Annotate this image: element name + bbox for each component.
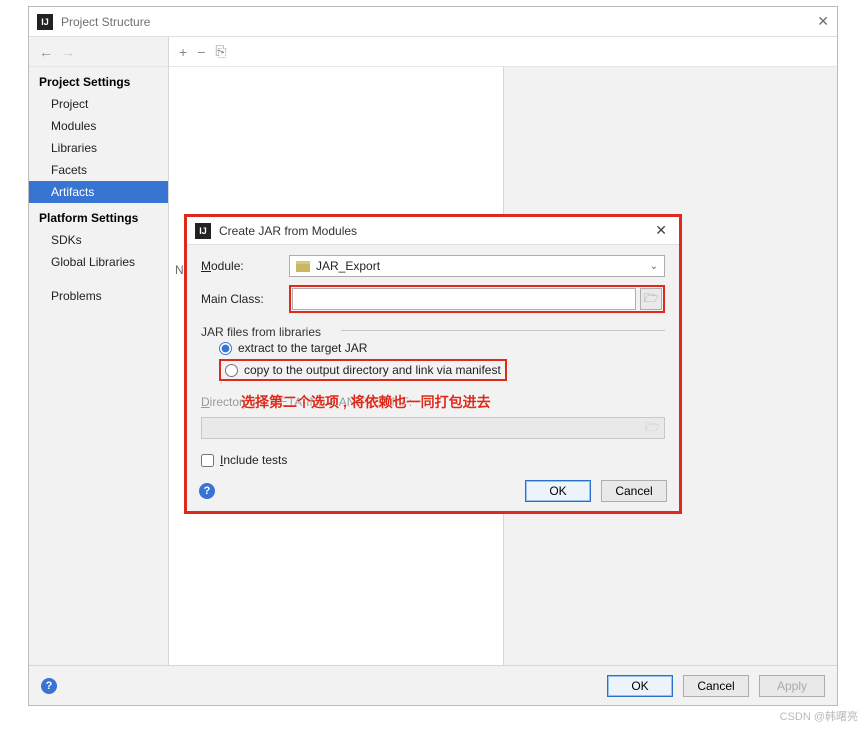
footer-bar: ? OK Cancel Apply: [29, 665, 837, 705]
dialog-app-icon: IJ: [195, 223, 211, 239]
mainclass-highlight: 🗁: [289, 285, 665, 313]
close-icon[interactable]: ✕: [817, 13, 829, 30]
mainclass-row: Main Class: 🗁: [201, 285, 665, 313]
include-tests-checkbox[interactable]: [201, 454, 214, 467]
help-icon[interactable]: ?: [41, 678, 57, 694]
divider: [341, 330, 665, 331]
radio-copy-highlight: copy to the output directory and link vi…: [219, 359, 507, 381]
fieldset-label: JAR files from libraries: [201, 325, 665, 339]
sidebar-item-facets[interactable]: Facets: [29, 159, 168, 181]
folder-icon: [296, 261, 310, 272]
remove-icon[interactable]: −: [197, 44, 205, 60]
copy-icon[interactable]: ⎘: [215, 43, 226, 60]
titlebar: IJ Project Structure ✕: [29, 7, 837, 37]
include-tests-row[interactable]: Include tests: [201, 453, 665, 467]
mainclass-input[interactable]: [292, 288, 636, 310]
sidebar-item-project[interactable]: Project: [29, 93, 168, 115]
apply-button: Apply: [759, 675, 825, 697]
sidebar-item-problems[interactable]: Problems: [29, 285, 168, 307]
app-icon: IJ: [37, 14, 53, 30]
jar-libs-fieldset: JAR files from libraries extract to the …: [201, 321, 665, 381]
nav-arrows: ← →: [29, 37, 168, 67]
radio-extract-label: extract to the target JAR: [238, 341, 367, 355]
sidebar: ← → Project Settings Project Modules Lib…: [29, 37, 169, 665]
sidebar-item-libraries[interactable]: Libraries: [29, 137, 168, 159]
dialog-help-icon[interactable]: ?: [199, 483, 215, 499]
radio-copy-label: copy to the output directory and link vi…: [244, 363, 501, 377]
module-value: JAR_Export: [316, 259, 380, 273]
folder-open-icon: 🗁: [645, 418, 660, 439]
include-tests-label: Include tests: [220, 453, 287, 467]
forward-icon[interactable]: →: [61, 44, 75, 60]
module-row: Module: JAR_Export ⌄: [201, 255, 665, 277]
radio-copy[interactable]: [225, 364, 238, 377]
folder-open-icon: 🗁: [644, 289, 659, 310]
ok-button[interactable]: OK: [607, 675, 673, 697]
dialog-title: Create JAR from Modules: [219, 224, 651, 238]
artifact-toolbar: + − ⎘: [169, 37, 837, 67]
chevron-down-icon: ⌄: [650, 261, 658, 272]
sidebar-item-global-libraries[interactable]: Global Libraries: [29, 251, 168, 273]
radio-extract[interactable]: [219, 342, 232, 355]
directory-field: 🗁: [201, 417, 665, 439]
dialog-body: Module: JAR_Export ⌄ Main Class: 🗁 JAR f…: [187, 245, 679, 471]
back-icon[interactable]: ←: [39, 44, 53, 60]
window-title: Project Structure: [61, 15, 817, 29]
browse-mainclass-button[interactable]: 🗁: [640, 288, 662, 310]
module-combo[interactable]: JAR_Export ⌄: [289, 255, 665, 277]
tree-letter: N: [175, 263, 184, 277]
watermark: CSDN @韩曙亮: [780, 708, 858, 724]
dialog-close-icon[interactable]: ✕: [651, 222, 671, 239]
annotation-text: 选择第二个选项 , 将依赖也一同打包进去: [241, 392, 491, 412]
cancel-button[interactable]: Cancel: [683, 675, 749, 697]
sidebar-item-artifacts[interactable]: Artifacts: [29, 181, 168, 203]
sidebar-item-sdks[interactable]: SDKs: [29, 229, 168, 251]
create-jar-dialog: IJ Create JAR from Modules ✕ Module: JAR…: [184, 214, 682, 514]
mainclass-label: Main Class:: [201, 292, 281, 306]
dialog-titlebar: IJ Create JAR from Modules ✕: [187, 217, 679, 245]
sidebar-item-modules[interactable]: Modules: [29, 115, 168, 137]
sidebar-section-platform-settings: Platform Settings: [29, 203, 168, 229]
dialog-footer: ? OK Cancel: [187, 471, 679, 511]
dialog-cancel-button[interactable]: Cancel: [601, 480, 667, 502]
sidebar-section-project-settings: Project Settings: [29, 67, 168, 93]
radio-extract-row[interactable]: extract to the target JAR: [201, 341, 665, 355]
add-icon[interactable]: +: [179, 44, 187, 60]
dialog-ok-button[interactable]: OK: [525, 480, 591, 502]
module-label: Module:: [201, 259, 281, 273]
